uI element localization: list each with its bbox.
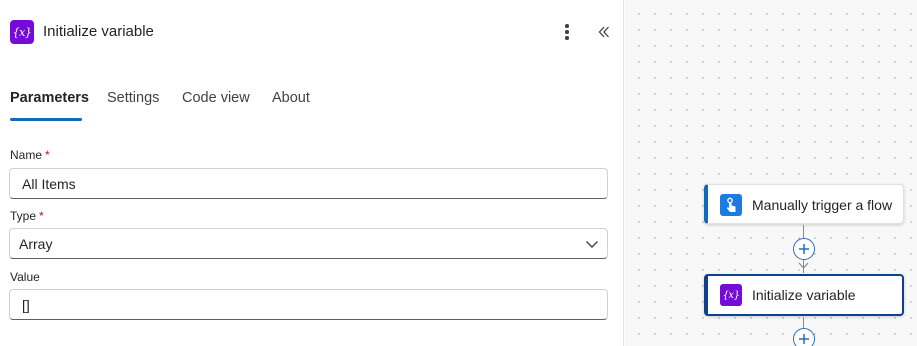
- tab-code-view[interactable]: Code view: [182, 90, 250, 106]
- required-marker: *: [45, 148, 50, 162]
- active-tab-indicator: [10, 118, 82, 121]
- type-dropdown[interactable]: Array: [9, 228, 608, 259]
- double-chevron-left-icon: [598, 26, 609, 38]
- tab-about[interactable]: About: [272, 90, 310, 106]
- action-details-panel: {x} Initialize variable Parameters Setti…: [0, 0, 624, 346]
- type-label: Type *: [10, 209, 44, 223]
- variable-icon: {x}: [10, 20, 34, 44]
- name-input[interactable]: All Items: [9, 168, 608, 199]
- name-label: Name *: [10, 148, 50, 162]
- variable-node-label: Initialize variable: [752, 287, 856, 303]
- more-options-button[interactable]: [558, 20, 576, 44]
- tab-list: Parameters Settings Code view About: [0, 82, 624, 122]
- variable-icon: {x}: [720, 284, 742, 306]
- initialize-variable-node[interactable]: {x} Initialize variable: [704, 274, 904, 316]
- tab-settings[interactable]: Settings: [107, 90, 159, 106]
- arrow-down-icon: [798, 262, 809, 269]
- add-step-button[interactable]: [793, 328, 815, 346]
- value-label: Value: [10, 270, 40, 284]
- panel-header: {x} Initialize variable: [0, 0, 624, 64]
- trigger-node[interactable]: Manually trigger a flow: [704, 184, 904, 224]
- plus-icon: [799, 334, 809, 344]
- chevron-down-icon: [586, 241, 598, 248]
- collapse-panel-button[interactable]: [594, 20, 614, 44]
- more-vertical-icon: [565, 24, 569, 28]
- add-step-button[interactable]: [793, 238, 815, 260]
- value-input[interactable]: []: [9, 289, 608, 320]
- panel-title[interactable]: Initialize variable: [43, 23, 154, 40]
- touch-trigger-icon: [720, 194, 742, 216]
- trigger-node-label: Manually trigger a flow: [752, 197, 893, 213]
- plus-icon: [799, 244, 809, 254]
- tab-parameters[interactable]: Parameters: [10, 90, 89, 106]
- required-marker: *: [39, 209, 44, 223]
